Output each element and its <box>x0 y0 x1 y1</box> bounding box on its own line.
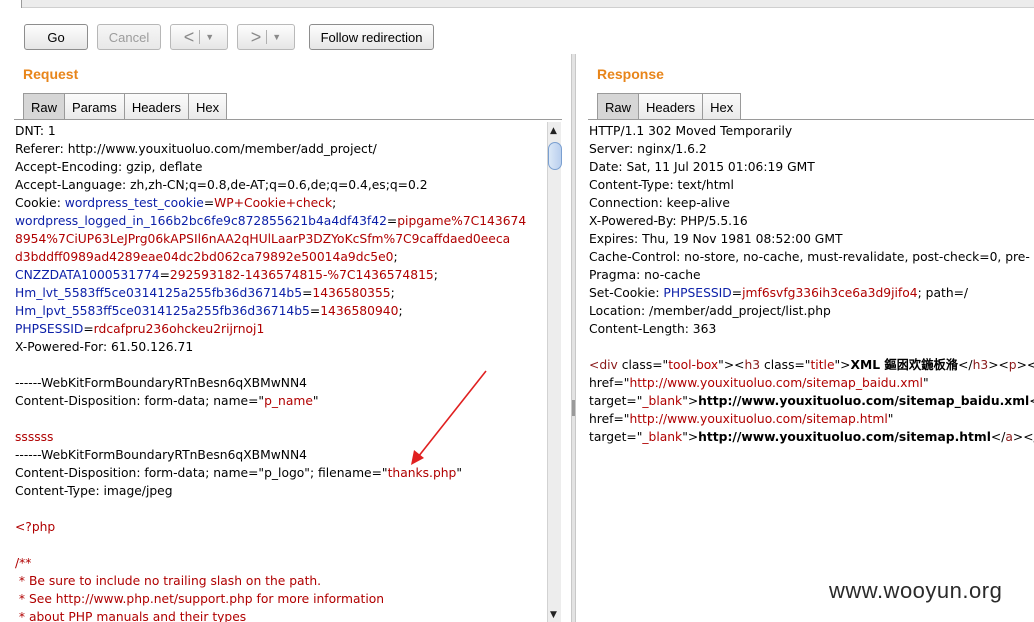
annotation-arrow <box>411 370 487 465</box>
watermark: www.wooyun.org <box>829 578 1003 603</box>
